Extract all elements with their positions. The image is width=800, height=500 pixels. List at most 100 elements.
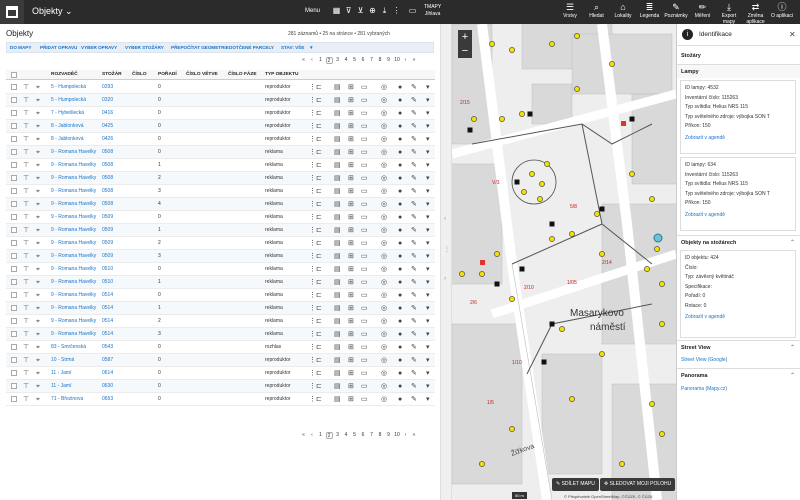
pencil-icon[interactable]: ✎ [411,239,417,248]
map-canvas[interactable]: 2/15 V/3 1/05 2/10 5/8 1/10 2/14 2/6 1/5 Masaryko… [452,24,676,500]
page-button-6[interactable]: 5 [351,57,358,64]
pencil-icon[interactable]: ✎ [411,343,417,352]
cell-col-0[interactable]: 9 - Romana Havelky [51,331,96,338]
map-pin-icon[interactable]: ⌖ [36,356,40,365]
row-checkbox[interactable] [11,110,17,116]
action-3[interactable]: VYBER STOŽÁRY [125,45,164,50]
folder-icon[interactable]: ▭ [361,369,368,378]
action-4[interactable]: PŘEPOČÍTAT GEOMETRIE [171,45,229,50]
grid-icon[interactable]: ⊞ [348,122,354,131]
row-checkbox[interactable] [11,175,17,181]
close-icon[interactable]: ✕ [789,30,796,39]
map-pin-icon[interactable]: ⌖ [36,200,40,209]
cell-col-0[interactable]: 8 - Jablonková [51,136,84,143]
map-tool-4[interactable]: ✎ Poznámky [663,2,689,19]
folder-icon[interactable]: ▭ [361,226,368,235]
pencil-icon[interactable]: ✎ [411,369,417,378]
cell-col-0[interactable]: 83 - Smrčenská [51,344,86,351]
edit-list-icon[interactable]: ⋮⊏ [309,252,322,261]
row-checkbox[interactable] [11,344,17,350]
page-button-0[interactable]: « [300,432,307,439]
status-icon[interactable]: ● [398,213,402,222]
table-icon[interactable]: ▦ [332,6,341,15]
column-header-0[interactable]: ROZVADĚČ [51,72,78,77]
pencil-icon[interactable]: ✎ [411,291,417,300]
row-menu-icon[interactable]: ▾ [426,291,430,300]
pole-icon[interactable]: ⊤ [23,304,29,313]
row-menu-icon[interactable]: ▾ [426,148,430,157]
copy-icon[interactable]: ▤ [334,148,341,157]
copy-icon[interactable]: ▤ [334,239,341,248]
row-checkbox[interactable] [11,253,17,259]
globe-icon[interactable]: ◎ [381,265,387,274]
cell-col-0[interactable]: 11 - Jamí [51,370,71,377]
globe-icon[interactable]: ◎ [381,382,387,391]
folder-icon[interactable]: ▭ [361,135,368,144]
edit-list-icon[interactable]: ⋮⊏ [309,122,322,131]
row-checkbox[interactable] [11,266,17,272]
row-checkbox[interactable] [11,305,17,311]
cell-col-1[interactable]: 0514 [102,331,113,338]
page-button-4[interactable]: 3 [334,57,341,64]
edit-list-icon[interactable]: ⋮⊏ [309,395,322,404]
cell-col-0[interactable]: 9 - Romana Havelky [51,188,96,195]
map-pin-icon[interactable]: ⌖ [36,161,40,170]
cell-col-0[interactable]: 9 - Romana Havelky [51,305,96,312]
cell-col-0[interactable]: 5 - Humpolecká [51,84,86,91]
cell-col-0[interactable]: 9 - Romana Havelky [51,149,96,156]
globe-icon[interactable]: ◎ [381,395,387,404]
page-button-10[interactable]: 9 [385,57,392,64]
pole-icon[interactable]: ⊤ [23,174,29,183]
cell-col-1[interactable]: 0425 [102,123,113,130]
folder-icon[interactable]: ▭ [361,109,368,118]
cell-col-0[interactable]: 71 - Březinova [51,396,83,403]
status-icon[interactable]: ● [398,356,402,365]
folder-icon[interactable]: ▭ [361,291,368,300]
pole-icon[interactable]: ⊤ [23,278,29,287]
copy-icon[interactable]: ▤ [334,135,341,144]
user-info[interactable]: TMAPY Jihlava [424,4,441,18]
cell-col-1[interactable]: 0514 [102,292,113,299]
cell-col-1[interactable]: 0514 [102,318,113,325]
map-pin-icon[interactable]: ⌖ [36,330,40,339]
row-checkbox[interactable] [11,162,17,168]
street-view-link[interactable]: Street View (Google) [681,357,727,363]
map-pin-icon[interactable]: ⌖ [36,304,40,313]
page-button-8[interactable]: 7 [368,432,375,439]
copy-icon[interactable]: ▤ [334,122,341,131]
folder-icon[interactable]: ▭ [361,122,368,131]
row-menu-icon[interactable]: ▾ [426,330,430,339]
grid-icon[interactable]: ⊞ [348,83,354,92]
pencil-icon[interactable]: ✎ [411,226,417,235]
pole-icon[interactable]: ⊤ [23,226,29,235]
row-menu-icon[interactable]: ▾ [426,239,430,248]
globe-icon[interactable]: ◎ [381,96,387,105]
edit-list-icon[interactable]: ⋮⊏ [309,317,322,326]
pole-icon[interactable]: ⊤ [23,83,29,92]
page-button-5[interactable]: 4 [343,432,350,439]
grid-icon[interactable]: ⊞ [348,395,354,404]
row-checkbox[interactable] [11,201,17,207]
grid-icon[interactable]: ⊞ [348,278,354,287]
folder-icon[interactable]: ▭ [361,382,368,391]
column-header-6[interactable]: TYP OBJEKTU [265,72,299,77]
cell-col-0[interactable]: 9 - Romana Havelky [51,214,96,221]
grid-icon[interactable]: ⊞ [348,174,354,183]
grid-icon[interactable]: ⊞ [348,291,354,300]
copy-icon[interactable]: ▤ [334,265,341,274]
grid-icon[interactable]: ⊞ [348,317,354,326]
status-icon[interactable]: ● [398,174,402,183]
row-checkbox[interactable] [11,136,17,142]
edit-list-icon[interactable]: ⋮⊏ [309,135,322,144]
cell-col-1[interactable]: 0509 [102,227,113,234]
folder-icon[interactable]: ▭ [361,213,368,222]
pole-icon[interactable]: ⊤ [23,122,29,131]
app-logo[interactable] [0,0,24,24]
globe-icon[interactable]: ◎ [381,317,387,326]
status-icon[interactable]: ● [398,83,402,92]
map-tool-0[interactable]: ☰ Vrstvy [557,2,583,19]
globe-icon[interactable]: ◎ [381,239,387,248]
cell-col-0[interactable]: 8 - Jablonková [51,123,84,130]
cell-col-0[interactable]: 10 - Strmá [51,357,74,364]
folder-icon[interactable]: ▭ [361,174,368,183]
